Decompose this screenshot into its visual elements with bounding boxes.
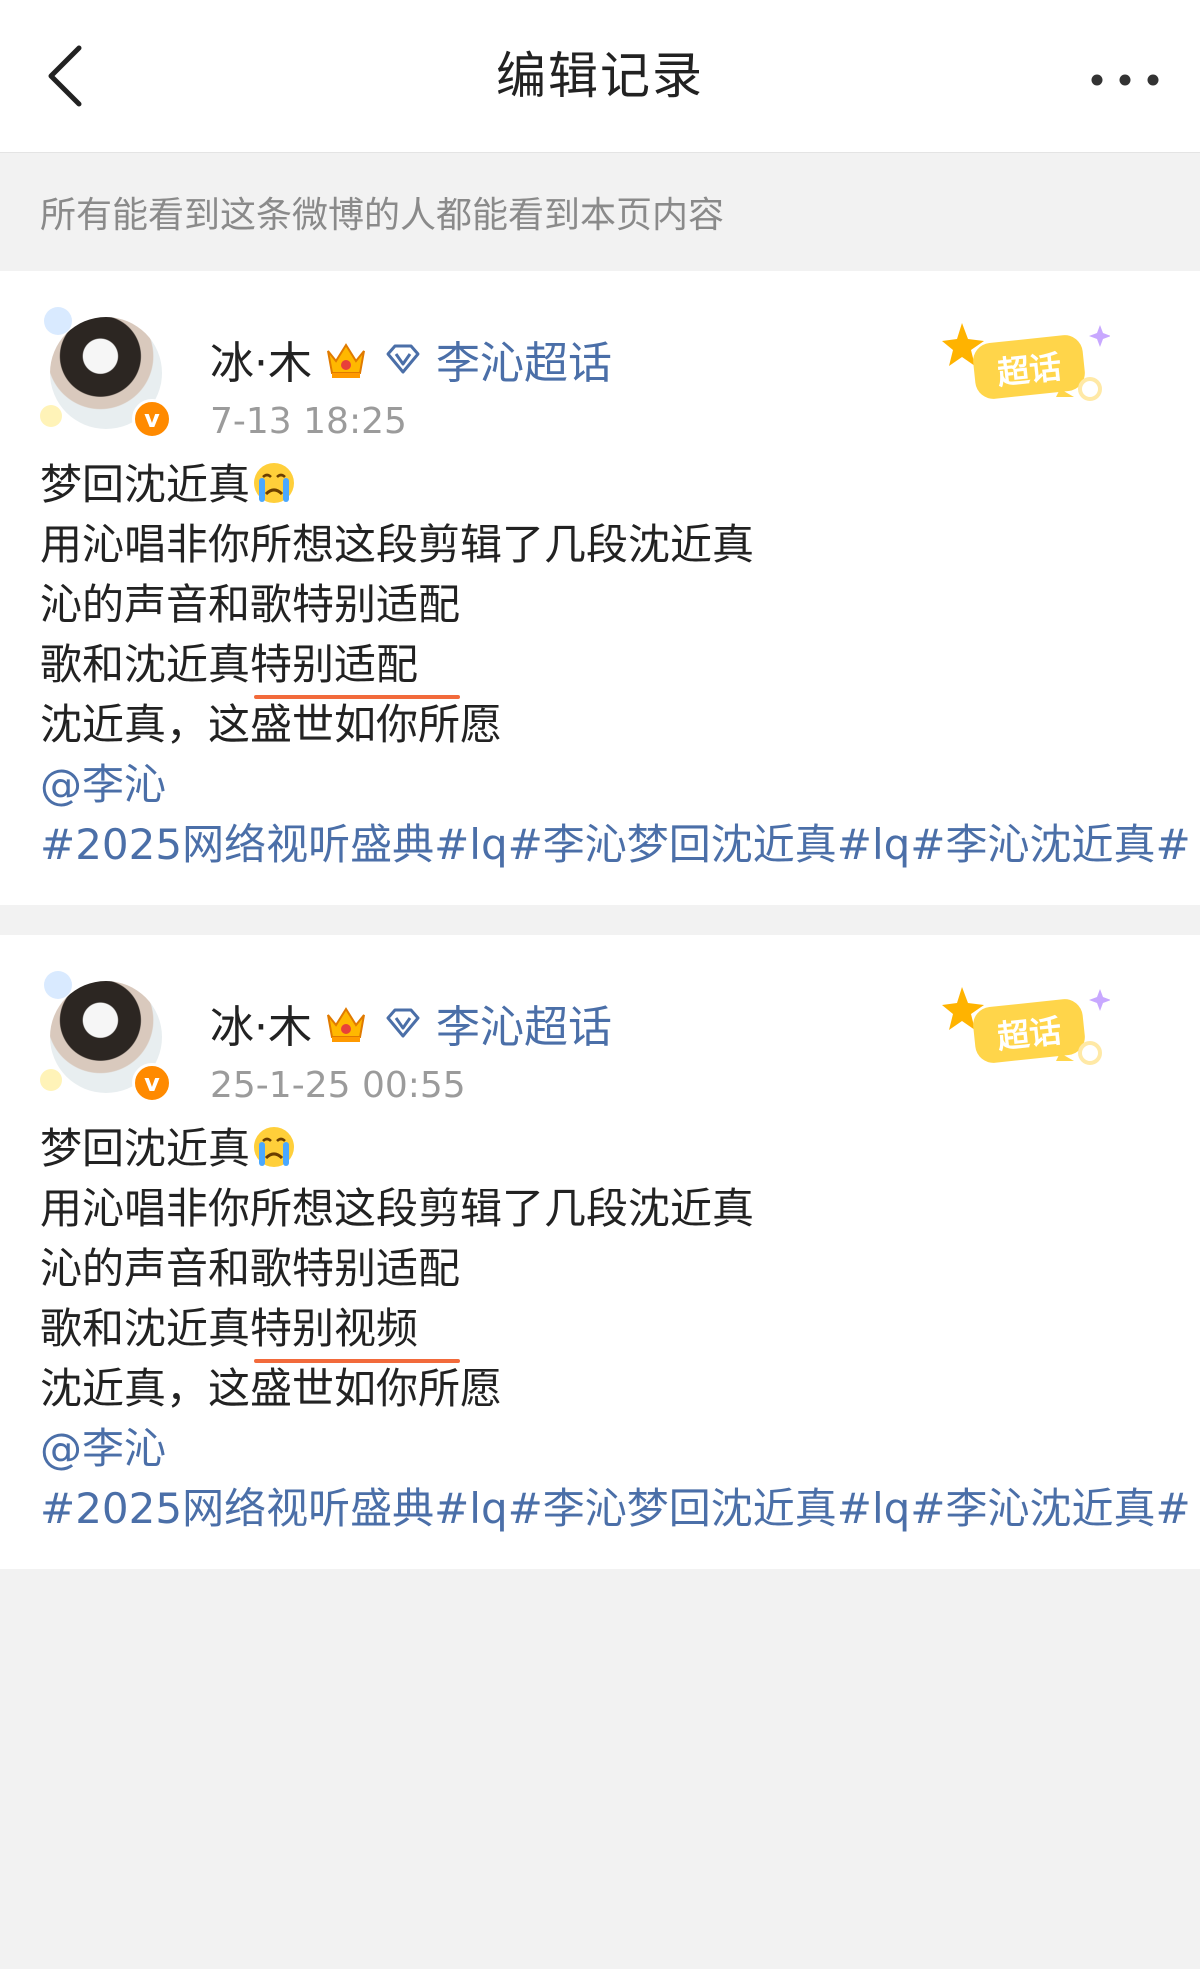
author-row: 冰·木 李沁超话	[210, 993, 612, 1053]
content-text: 歌和沈近真	[40, 640, 251, 689]
post-content: 梦回沈近真 用沁唱非你所想这段剪辑了几段沈近真 沁的声音和歌特别适配 歌和沈近真…	[40, 455, 1191, 875]
mention-link[interactable]: @李沁	[40, 1424, 166, 1473]
content-line: 沁的声音和歌特别适配	[40, 1244, 461, 1293]
content-text: 梦回沈近真	[40, 460, 251, 509]
crying-face-icon	[252, 1125, 296, 1169]
author-row: 冰·木 李沁超话	[210, 329, 612, 389]
visibility-notice: 所有能看到这条微博的人都能看到本页内容	[0, 153, 1200, 271]
hashtag-links[interactable]: #2025网络视听盛典#lq#李沁梦回沈近真#lq#李沁沈近真#	[40, 1484, 1191, 1533]
content-line: 歌和沈近真特别视频	[40, 1299, 1160, 1363]
separator	[0, 905, 1200, 935]
top-bar: 编辑记录	[0, 0, 1200, 153]
decoration-flower	[40, 405, 62, 427]
content-line: 沁的声音和歌特别适配	[40, 580, 461, 629]
content-line: 歌和沈近真特别适配	[40, 635, 1160, 699]
avatar[interactable]: v	[40, 307, 172, 439]
post-header: v 冰·木 李沁超话 25-1-25 00:55 超话	[40, 959, 1160, 1119]
crying-face-icon	[252, 461, 296, 505]
content-line: 梦回沈近真	[40, 455, 1160, 515]
crown-icon	[322, 335, 370, 383]
more-dots-icon	[1091, 74, 1159, 86]
content-line: @李沁	[40, 755, 1160, 815]
post-header: v 冰·木 李沁超话 7-13 18:25 超话	[40, 295, 1160, 455]
mention-link[interactable]: @李沁	[40, 760, 166, 809]
super-topic-link[interactable]: 李沁超话	[436, 327, 612, 391]
content-line: @李沁	[40, 1419, 1160, 1479]
content-line: #2025网络视听盛典#lq#李沁梦回沈近真#lq#李沁沈近真#	[40, 815, 1191, 875]
highlighted-text: 特别适配	[250, 635, 461, 699]
super-topic-badge: 超话	[940, 981, 1111, 1077]
decoration-flower	[40, 1069, 62, 1091]
hashtag-links[interactable]: #2025网络视听盛典#lq#李沁梦回沈近真#lq#李沁沈近真#	[40, 820, 1191, 869]
author-name[interactable]: 冰·木	[210, 991, 312, 1055]
badge-label: 超话	[995, 348, 1063, 392]
super-topic-badge: 超话	[940, 317, 1111, 413]
post-time: 7-13 18:25	[210, 401, 407, 442]
content-line: 沈近真，这盛世如你所愿	[40, 1364, 503, 1413]
verified-badge-icon: v	[132, 1063, 172, 1103]
page-title: 编辑记录	[496, 47, 704, 105]
author-name[interactable]: 冰·木	[210, 327, 312, 391]
crown-icon	[322, 999, 370, 1047]
post-time: 25-1-25 00:55	[210, 1065, 466, 1106]
edit-record-item: v 冰·木 李沁超话 7-13 18:25 超话 梦回沈近真 用沁唱非你所想这段…	[0, 271, 1200, 905]
badge-label: 超话	[995, 1012, 1063, 1056]
diamond-icon	[384, 340, 422, 378]
verified-badge-icon: v	[132, 399, 172, 439]
content-line: 沈近真，这盛世如你所愿	[40, 700, 503, 749]
content-line: 用沁唱非你所想这段剪辑了几段沈近真	[40, 520, 755, 569]
diamond-icon	[384, 1004, 422, 1042]
post-content: 梦回沈近真 用沁唱非你所想这段剪辑了几段沈近真 沁的声音和歌特别适配 歌和沈近真…	[40, 1119, 1191, 1539]
content-line: #2025网络视听盛典#lq#李沁梦回沈近真#lq#李沁沈近真#	[40, 1479, 1191, 1539]
content-text: 歌和沈近真	[40, 1304, 251, 1353]
more-button[interactable]	[1080, 48, 1170, 112]
page-background	[0, 1569, 1200, 1969]
edit-record-item: v 冰·木 李沁超话 25-1-25 00:55 超话 梦回沈近真 用沁唱非你所…	[0, 935, 1200, 1569]
highlighted-text: 特别视频	[250, 1299, 461, 1363]
content-line: 用沁唱非你所想这段剪辑了几段沈近真	[40, 1184, 755, 1233]
super-topic-link[interactable]: 李沁超话	[436, 991, 612, 1055]
avatar[interactable]: v	[40, 971, 172, 1103]
content-text: 梦回沈近真	[40, 1124, 251, 1173]
content-line: 梦回沈近真	[40, 1119, 1160, 1179]
